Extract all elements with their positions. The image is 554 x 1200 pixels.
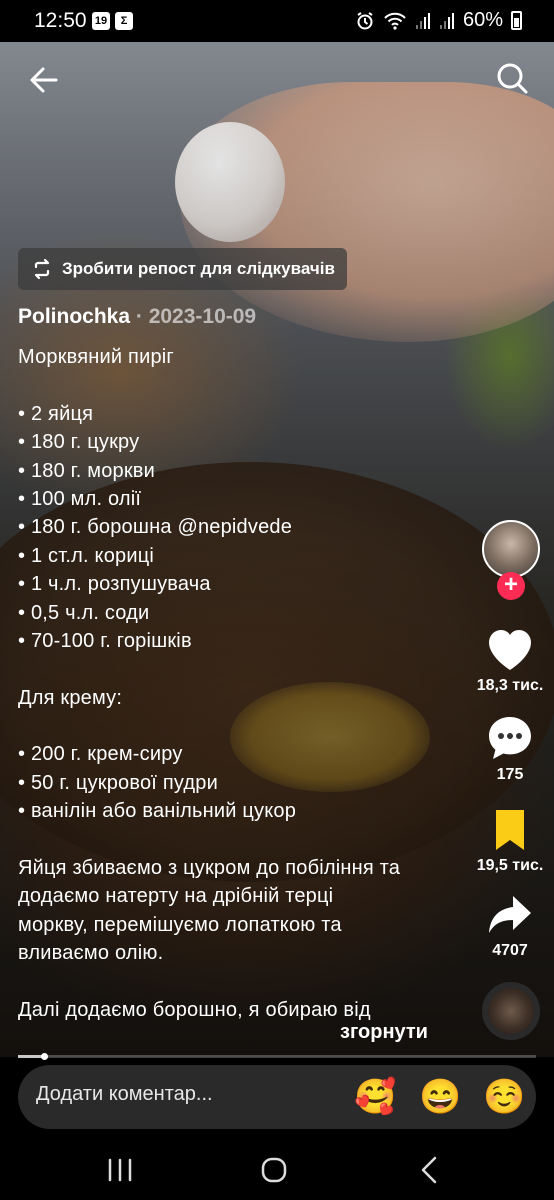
calendar-notification-icon: 19 — [92, 12, 110, 30]
like-button[interactable]: 18,3 тис. — [465, 628, 554, 695]
favorite-button[interactable]: 19,5 тис. — [465, 808, 554, 875]
tiktok-video-screen: 12:50 19 Σ 60% Зробити репост для слідку… — [0, 0, 554, 1200]
caption-line: додаємо натерту на дрібній терці — [18, 885, 334, 908]
battery-icon — [511, 11, 522, 30]
caption-line: • 0,5 ч.л. соди — [18, 601, 150, 624]
heart-icon — [489, 630, 531, 670]
comment-input[interactable]: Додати коментар... — [36, 1083, 213, 1106]
repost-label: Зробити репост для слідкувачів — [62, 259, 335, 278]
back-button[interactable] — [24, 60, 64, 100]
share-button[interactable]: 4707 — [465, 893, 554, 960]
status-bar: 12:50 19 Σ 60% — [0, 0, 554, 42]
emoji-grin-button[interactable]: 😄 — [419, 1078, 461, 1116]
caption-line: • 50 г. цукрової пудри — [18, 771, 218, 794]
caption-line: • 2 яйця — [18, 402, 94, 425]
search-icon — [497, 63, 528, 94]
caption-line: вливаємо олію. — [18, 942, 164, 965]
emoji-relaxed-button[interactable]: ☺️ — [483, 1078, 525, 1116]
wifi-icon — [384, 12, 406, 30]
caption-line: • 70-100 г. горішків — [18, 629, 192, 652]
signal-icon — [415, 12, 430, 29]
status-right-group: 60% — [355, 9, 522, 32]
repost-button[interactable]: Зробити репост для слідкувачів — [18, 248, 347, 290]
caption-line — [18, 826, 458, 854]
home-button[interactable] — [254, 1150, 294, 1190]
share-count: 4707 — [492, 942, 528, 959]
caption-line: • 1 ч.л. розпушувача — [18, 573, 211, 596]
caption-line: моркву, перемішуємо лопаткою та — [18, 913, 342, 936]
post-caption[interactable]: Морквяний пиріг • 2 яйця • 180 г. цукру • 1… — [18, 343, 458, 1024]
post-date: · 2023-10-09 — [130, 305, 257, 328]
caption-line — [18, 655, 458, 683]
creator-avatar[interactable] — [482, 520, 540, 578]
video-progress-bar[interactable] — [18, 1053, 536, 1060]
arrow-left-icon — [30, 67, 58, 93]
comment-count: 175 — [496, 766, 524, 783]
alarm-icon — [357, 11, 373, 29]
home-icon — [261, 1157, 287, 1183]
author-name[interactable]: Polinochka — [18, 305, 130, 328]
emoji-smiling-hearts-button[interactable]: 🥰 — [354, 1078, 396, 1116]
status-time: 12:50 — [34, 9, 87, 32]
author-line: Polinochka · 2023-10-09 — [18, 305, 256, 329]
caption-line: Морквяний пиріг — [18, 346, 174, 368]
favorite-count: 19,5 тис. — [476, 857, 544, 874]
share-arrow-icon — [489, 896, 531, 933]
caption-line: • 180 г. моркви — [18, 459, 155, 482]
chevron-left-icon — [421, 1156, 437, 1184]
bookmark-icon — [496, 810, 524, 850]
caption-line: • ванілін або ванільний цукор — [18, 800, 297, 823]
signal-icon — [439, 12, 454, 29]
caption-line: • 180 г. борошна @nepidvede — [18, 516, 293, 539]
battery-percentage: 60% — [462, 9, 503, 31]
caption-line: • 1 ст.л. кориці — [18, 544, 155, 567]
music-disc-icon[interactable] — [482, 982, 540, 1040]
video-progress-knob[interactable] — [40, 1053, 48, 1060]
recent-apps-button[interactable] — [100, 1150, 140, 1190]
like-count: 18,3 тис. — [476, 677, 544, 694]
caption-line: Яйця збиваємо з цукром до побіління та — [18, 857, 401, 880]
back-nav-button[interactable] — [410, 1150, 450, 1190]
recent-apps-icon — [108, 1158, 132, 1182]
caption-line — [18, 371, 458, 399]
caption-line: • 200 г. крем-сиру — [18, 743, 183, 766]
sigma-notification-icon: Σ — [115, 12, 133, 30]
search-button[interactable] — [492, 58, 532, 98]
collapse-caption-link[interactable]: згорнути — [340, 1021, 428, 1044]
comment-button[interactable]: 175 — [465, 715, 554, 784]
caption-line: Для крему: — [18, 686, 123, 709]
caption-line — [18, 968, 458, 996]
caption-line: • 180 г. цукру — [18, 431, 140, 454]
caption-line: • 100 мл. олії — [18, 487, 142, 510]
repost-icon — [34, 258, 50, 280]
follow-button[interactable]: + — [497, 572, 525, 600]
caption-line — [18, 712, 458, 740]
comment-icon — [489, 717, 531, 759]
